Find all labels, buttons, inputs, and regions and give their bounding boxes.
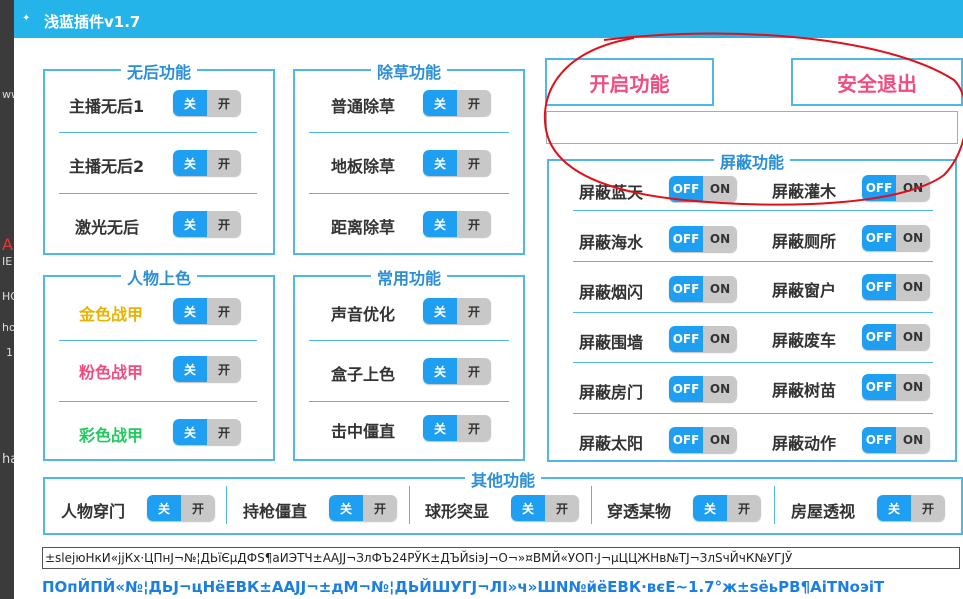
window-title: 浅蓝插件v1.7 — [44, 13, 141, 31]
toggle-shengyin-youhua[interactable]: 关开 — [423, 298, 491, 324]
feature-label: 房屋透视 — [791, 502, 856, 521]
panel-wuhou: 无后功能 主播无后1 关开 主播无后2 关开 激光无后 关开 — [43, 63, 275, 255]
divider — [309, 340, 509, 341]
feature-label: 地板除草 — [331, 157, 396, 176]
toggle-jinse-zhanjia[interactable]: 关开 — [173, 298, 241, 324]
divider — [59, 193, 257, 194]
feature-label: 击中僵直 — [331, 422, 396, 441]
toggle-qiuxing-tuxian[interactable]: 关开 — [511, 495, 579, 521]
feature-label: 穿透某物 — [607, 502, 672, 521]
divider — [309, 401, 509, 402]
feature-label: 屏蔽海水 — [579, 233, 644, 252]
feature-label: 屏蔽围墙 — [579, 333, 644, 352]
panel-changyong: 常用功能 声音优化 关开 盒子上色 关开 击中僵直 关开 — [293, 269, 525, 461]
toggle-pingbi-haishui[interactable]: OFF ON — [669, 226, 737, 252]
toggle-pingbi-fangmen[interactable]: OFF ON — [669, 376, 737, 402]
divider — [774, 486, 775, 524]
toggle-hezi-shangse[interactable]: 关开 — [423, 358, 491, 384]
divider — [591, 486, 592, 524]
feature-label: 人物穿门 — [61, 502, 126, 521]
feature-label: 激光无后 — [75, 218, 140, 237]
divider — [573, 312, 933, 313]
toggle-pingbi-dongzuo[interactable]: OFF ON — [862, 427, 930, 453]
divider — [59, 132, 257, 133]
divider — [409, 486, 410, 524]
feature-label: 盒子上色 — [331, 365, 396, 384]
feature-label-green: 彩色战甲 — [79, 426, 144, 445]
toggle-juli-chucao[interactable]: 关开 — [423, 211, 491, 237]
toggle-chiqiang-jiangzhi[interactable]: 关开 — [329, 495, 397, 521]
panel-chucao: 除草功能 普通除草 关开 地板除草 关开 距离除草 关开 — [293, 63, 525, 255]
divider — [309, 193, 509, 194]
feature-label: 主播无后2 — [69, 157, 145, 176]
feature-label: 球形突显 — [425, 502, 490, 521]
panel-title: 常用功能 — [295, 265, 523, 288]
info-marquee: ПОпЙПЙ«№¦ДЬЈ¬цНёЕВК±ААЈЈ¬±дМ¬№¦ДЬЙШУГЈ¬Л… — [42, 578, 885, 596]
feature-label-pink: 粉色战甲 — [79, 363, 144, 382]
toggle-chuantou-mouwu[interactable]: 关开 — [693, 495, 761, 521]
feature-label: 屏蔽树苗 — [772, 381, 837, 400]
panel-title: 除草功能 — [295, 59, 523, 82]
toggle-fangwu-toushi[interactable]: 关开 — [877, 495, 945, 521]
feature-label: 屏蔽动作 — [772, 434, 837, 453]
feature-label: 持枪僵直 — [243, 502, 308, 521]
divider — [573, 362, 933, 363]
feature-label: 距离除草 — [331, 218, 396, 237]
toggle-jizhong-jiangzhi[interactable]: 关开 — [423, 415, 491, 441]
divider — [59, 340, 257, 341]
toggle-pingbi-taiyang[interactable]: OFF ON — [669, 427, 737, 453]
toggle-renwu-chuanmen[interactable]: 关开 — [147, 495, 215, 521]
bg-text: A — [2, 235, 13, 254]
toggle-pingbi-weiqiang[interactable]: OFF ON — [669, 326, 737, 352]
feature-label: 声音优化 — [331, 305, 396, 324]
toggle-zhubo-wuhou-2[interactable]: 关开 — [173, 150, 241, 176]
panel-title: 人物上色 — [45, 265, 273, 288]
panel-title: 无后功能 — [45, 59, 273, 82]
app-icon: ✦ — [22, 13, 31, 24]
toggle-pingbi-cesuo[interactable]: OFF ON — [862, 225, 930, 251]
bg-text: 1 — [6, 346, 13, 359]
annotation-circle — [543, 32, 963, 206]
divider — [59, 401, 257, 402]
notice-text: ±slejюНкИ«jjКх·ЦПнЈ¬№¦ДЬїЄµДФЅ¶аИЭТЧ±ААЈ… — [42, 547, 960, 569]
panel-qita: 其他功能 人物穿门 关开 持枪僵直 关开 球形突显 关开 穿透某物 关开 房屋透… — [43, 471, 963, 535]
panel-title: 其他功能 — [45, 467, 961, 490]
toggle-pingbi-shumiao[interactable]: OFF ON — [862, 374, 930, 400]
bg-text: IE — [2, 255, 13, 268]
feature-label: 屏蔽废车 — [772, 331, 837, 350]
divider — [573, 261, 933, 262]
toggle-zhubo-wuhou-1[interactable]: 关开 — [173, 90, 241, 116]
divider — [226, 486, 227, 524]
toggle-pingbi-yanshan[interactable]: OFF ON — [669, 276, 737, 302]
feature-label: 主播无后1 — [69, 97, 145, 116]
divider — [309, 132, 509, 133]
toggle-jiguang-wuhou[interactable]: 关开 — [173, 211, 241, 237]
feature-label: 屏蔽厕所 — [772, 232, 837, 251]
feature-label: 屏蔽烟闪 — [579, 283, 644, 302]
toggle-putong-chucao[interactable]: 关开 — [423, 90, 491, 116]
plugin-window: ✦ 浅蓝插件v1.7 无后功能 主播无后1 关开 主播无后2 关开 激光无后 关… — [14, 0, 963, 599]
feature-label: 屏蔽窗户 — [772, 281, 837, 300]
feature-label: 屏蔽太阳 — [579, 434, 644, 453]
feature-label-gold: 金色战甲 — [79, 305, 144, 324]
toggle-pingbi-chuanghu[interactable]: OFF ON — [862, 274, 930, 300]
toggle-pingbi-feiche[interactable]: OFF ON — [862, 324, 930, 350]
toggle-fense-zhanjia[interactable]: 关开 — [173, 356, 241, 382]
panel-renwu-shangse: 人物上色 金色战甲 关开 粉色战甲 关开 彩色战甲 关开 — [43, 269, 275, 461]
divider — [573, 413, 933, 414]
feature-label: 普通除草 — [331, 97, 396, 116]
feature-label: 屏蔽房门 — [579, 383, 644, 402]
toggle-diban-chucao[interactable]: 关开 — [423, 150, 491, 176]
toggle-caise-zhanjia[interactable]: 关开 — [173, 419, 241, 445]
